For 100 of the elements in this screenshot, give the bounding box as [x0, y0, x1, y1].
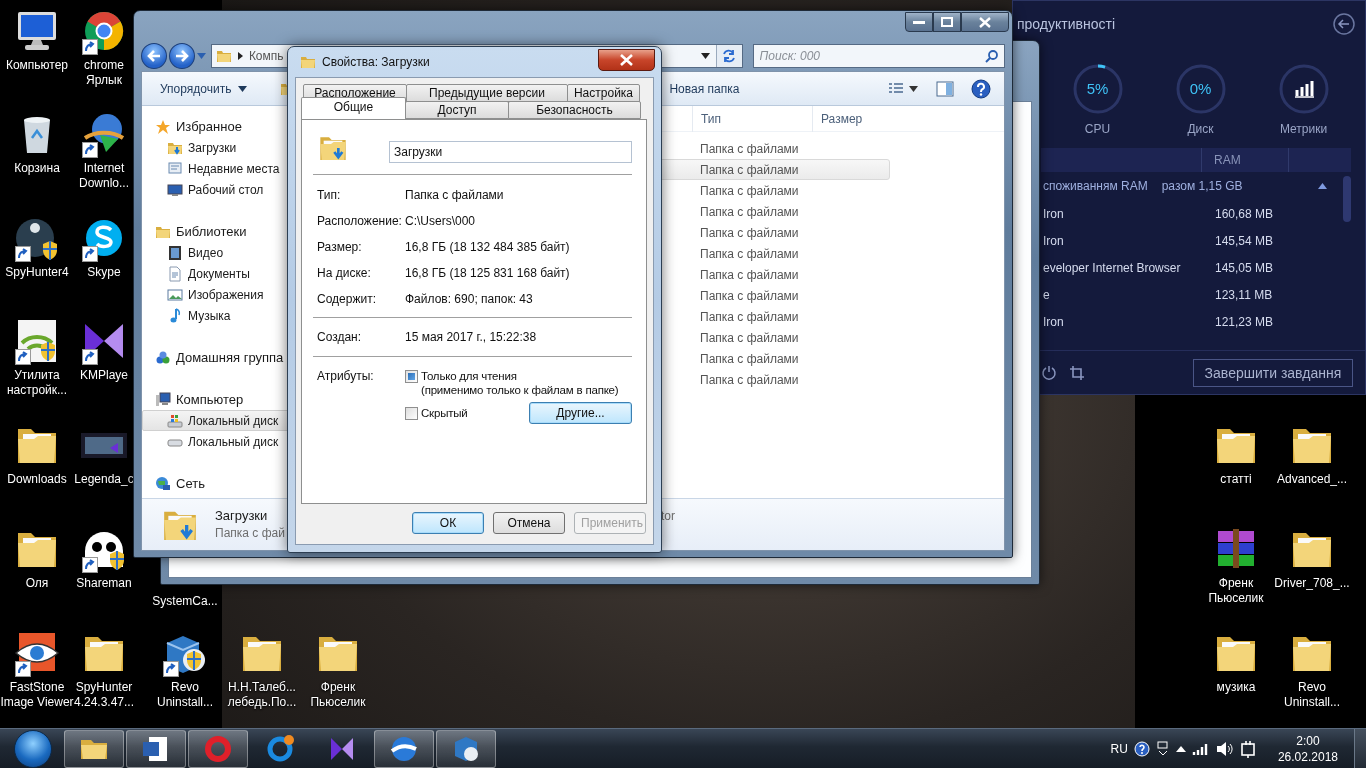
nav-item[interactable]: Локальный диск: [142, 410, 289, 431]
tab[interactable]: Общие: [301, 97, 406, 119]
ram-value: 145,54 MB: [1215, 233, 1274, 248]
desktop-icon-label[interactable]: Internet Downlo...: [79, 161, 129, 191]
property-label: На диске:: [317, 266, 372, 280]
clock-time[interactable]: 2:00: [1296, 732, 1320, 749]
property-value: Файлов: 690; папок: 43: [405, 292, 533, 306]
desktop-icon-label[interactable]: музика: [1216, 680, 1256, 695]
desktop-icon-label[interactable]: Downloads: [7, 472, 67, 487]
help-icon[interactable]: [1133, 740, 1150, 757]
breadcrumb[interactable]: Компь: [248, 49, 284, 63]
maximize-button[interactable]: [933, 12, 961, 32]
desktop-icon-label[interactable]: KMPlaye: [80, 368, 128, 383]
desktop-icon-label[interactable]: SpyHunter 4.24.3.47...: [73, 680, 134, 710]
nav-item[interactable]: Музыка: [142, 305, 289, 326]
tab[interactable]: Доступ: [405, 101, 509, 119]
help-button[interactable]: [968, 76, 994, 101]
ram-value: 145,05 MB: [1215, 260, 1274, 275]
details-field: tor: [661, 499, 675, 523]
desktop-icon-label[interactable]: Френк Пьюселик: [310, 680, 366, 710]
window-icon: [167, 160, 183, 177]
taskbar-button[interactable]: [126, 729, 186, 768]
end-task-button[interactable]: Завершити завдання: [1193, 358, 1353, 387]
checkbox-label[interactable]: Скрытый: [421, 406, 468, 420]
taskbar-button[interactable]: [436, 729, 496, 768]
desktop-icon-label[interactable]: Driver_708_...: [1274, 576, 1350, 591]
close-button[interactable]: [598, 49, 655, 71]
nav-item[interactable]: Загрузки: [142, 137, 289, 158]
search-field[interactable]: Поиск: 000: [752, 44, 1005, 68]
forward-button[interactable]: [168, 43, 195, 69]
address-caret-icon: [700, 53, 710, 59]
new-folder-button[interactable]: Новая папка: [661, 76, 748, 101]
column-header[interactable]: Тип: [692, 106, 812, 132]
desktop-icon-label[interactable]: статті: [1220, 472, 1252, 487]
column-header[interactable]: Размер: [812, 106, 892, 132]
column-header[interactable]: RAM: [1201, 148, 1289, 172]
property-label: Расположение:: [317, 214, 403, 228]
taskbar-button[interactable]: [64, 729, 124, 768]
minimize-button[interactable]: [905, 12, 933, 32]
desktop-icon-label[interactable]: Skype: [87, 265, 121, 280]
bar-chart-icon[interactable]: [1277, 63, 1330, 115]
desktop-icon-label[interactable]: Legenda_c: [74, 472, 134, 487]
nav-item[interactable]: Рабочий стол: [142, 179, 289, 200]
gauge-label: Метрики: [1279, 122, 1328, 136]
dialog-button[interactable]: Отмена: [493, 512, 565, 534]
desktop-icon-label[interactable]: SystemCa...: [152, 594, 218, 609]
checkbox[interactable]: [405, 406, 418, 420]
desktop-icon-label[interactable]: Компьютер: [5, 58, 69, 73]
power-plug-icon[interactable]: [1239, 739, 1256, 758]
film-icon: [167, 244, 183, 261]
desktop-icon-label[interactable]: Н.Н.Талеб... лебедь.По...: [227, 680, 297, 710]
clock-date[interactable]: 26.02.2018: [1277, 748, 1338, 765]
show-desktop-button[interactable]: [1354, 729, 1366, 768]
checkbox[interactable]: [405, 370, 418, 383]
ram-value: 160,68 MB: [1215, 206, 1274, 221]
checkbox-label[interactable]: Только для чтения (применимо только к файлам в папке): [421, 369, 619, 397]
organize-button[interactable]: Упорядочить: [152, 76, 256, 101]
nav-item[interactable]: Изображения: [142, 284, 289, 305]
back-button[interactable]: [141, 43, 167, 69]
signal-icon[interactable]: [1191, 741, 1210, 756]
taskbar-button[interactable]: [374, 729, 434, 768]
nav-item[interactable]: Недавние места: [142, 158, 289, 179]
minimize-icon: [913, 20, 925, 24]
nav-item[interactable]: Видео: [142, 242, 289, 263]
nav-item[interactable]: Локальный диск: [142, 431, 289, 452]
desktop-icon-label[interactable]: Shareman: [76, 576, 132, 591]
desktop-icon-label[interactable]: Френк Пьюселик: [1208, 576, 1264, 606]
desktop-icon-label[interactable]: FastStone Image Viewer: [0, 680, 74, 710]
up-arrow-icon[interactable]: [1175, 744, 1186, 753]
crop-icon[interactable]: [1069, 364, 1087, 381]
process-name: Iron: [1043, 314, 1065, 329]
nav-item[interactable]: Документы: [142, 263, 289, 284]
tab[interactable]: Настройка: [567, 84, 640, 102]
close-button[interactable]: [961, 12, 1009, 32]
nav-group[interactable]: Компьютер: [142, 389, 289, 410]
tab[interactable]: Предыдущие версии: [406, 84, 568, 102]
volume-icon[interactable]: [1215, 740, 1234, 757]
dialog-button[interactable]: ОК: [412, 512, 484, 534]
nav-group[interactable]: Библиотеки: [142, 221, 289, 242]
refresh-button[interactable]: [715, 45, 742, 67]
desktop-icon-label[interactable]: Оля: [25, 576, 49, 591]
dots-icon: [155, 349, 171, 366]
desktop-icon-label[interactable]: Утилита настройк...: [6, 368, 68, 398]
nav-group[interactable]: Избранное: [142, 116, 289, 137]
desktop-icon-label[interactable]: Revo Uninstall...: [157, 680, 213, 710]
tab[interactable]: Безопасность: [508, 101, 641, 119]
language-indicator[interactable]: RU: [1110, 741, 1128, 756]
desktop-icon-label[interactable]: Корзина: [14, 161, 60, 176]
ram-value: 121,23 MB: [1215, 314, 1274, 329]
name-field[interactable]: Загрузки: [389, 141, 632, 163]
power-icon[interactable]: [1041, 364, 1057, 381]
desktop-icon-label[interactable]: Revo Uninstall...: [1284, 680, 1340, 710]
nav-group[interactable]: Домашняя группа: [142, 347, 289, 368]
desktop-icon-label[interactable]: Advanced_...: [1276, 472, 1348, 487]
start-button[interactable]: [14, 729, 52, 768]
desktop-icon-label[interactable]: SpyHunter4: [5, 265, 69, 280]
desktop-icon-label[interactable]: chrome Ярлык: [84, 58, 124, 88]
scrollbar-thumb[interactable]: [1343, 176, 1351, 222]
advanced-button[interactable]: Другие...: [529, 402, 632, 424]
nav-group[interactable]: Сеть: [142, 473, 289, 494]
